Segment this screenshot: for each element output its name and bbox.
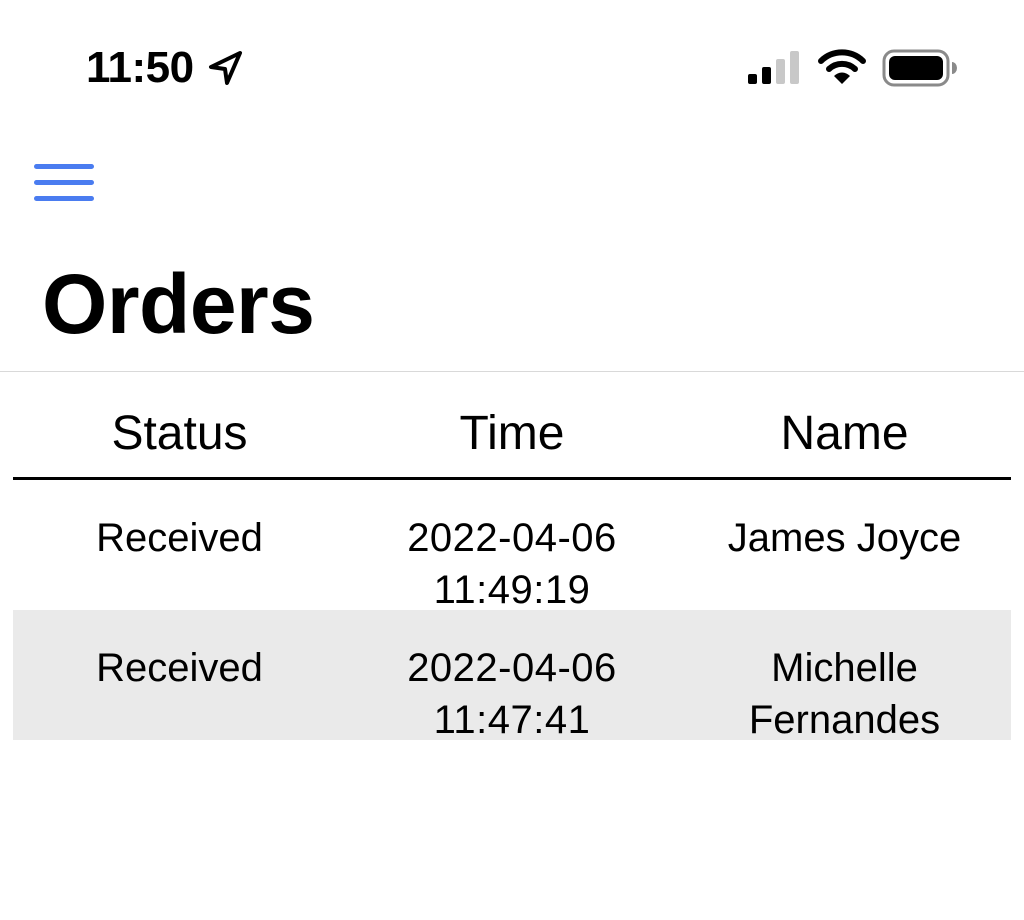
table-header: Status Time Name — [13, 372, 1011, 480]
menu-bar-line — [34, 164, 94, 169]
order-time-text: 11:47:41 — [433, 698, 591, 742]
table-row[interactable]: Received 2022-04-06 11:49:19 James Joyce — [13, 480, 1011, 612]
order-name-line1: James Joyce — [727, 516, 962, 560]
table-body: Received 2022-04-06 11:49:19 James Joyce… — [13, 480, 1011, 742]
column-header-time[interactable]: Time — [346, 372, 678, 477]
order-status: Received — [13, 610, 346, 740]
table-row[interactable]: Received 2022-04-06 11:47:41 Michelle Fe… — [13, 610, 1011, 742]
order-name: James Joyce — [678, 480, 1011, 610]
hamburger-menu-icon[interactable] — [30, 160, 100, 206]
status-bar: 11:50 — [0, 0, 1024, 130]
order-time: 2022-04-06 11:49:19 — [346, 480, 678, 612]
menu-bar-line — [34, 196, 94, 201]
order-date-text: 2022-04-06 — [407, 646, 617, 690]
order-name: Michelle Fernandes — [678, 610, 1011, 742]
column-header-name[interactable]: Name — [678, 372, 1011, 477]
page-title: Orders — [42, 257, 315, 351]
status-time: 11:50 — [86, 43, 194, 92]
orders-table: Status Time Name Received 2022-04-06 11:… — [13, 372, 1011, 742]
location-arrow-icon — [209, 51, 242, 85]
battery-icon — [882, 49, 957, 87]
order-name-line1: Michelle — [771, 646, 918, 690]
order-status-text: Received — [96, 646, 263, 690]
order-time-text: 11:49:19 — [433, 568, 591, 612]
order-name-line2: Fernandes — [748, 698, 941, 742]
order-status-text: Received — [96, 516, 263, 560]
order-time: 2022-04-06 11:47:41 — [346, 610, 678, 742]
cellular-signal-icon — [748, 51, 799, 84]
order-date-text: 2022-04-06 — [407, 516, 617, 560]
menu-bar-line — [34, 180, 94, 185]
column-header-status[interactable]: Status — [13, 372, 346, 477]
order-status: Received — [13, 480, 346, 610]
wifi-icon — [818, 49, 866, 84]
